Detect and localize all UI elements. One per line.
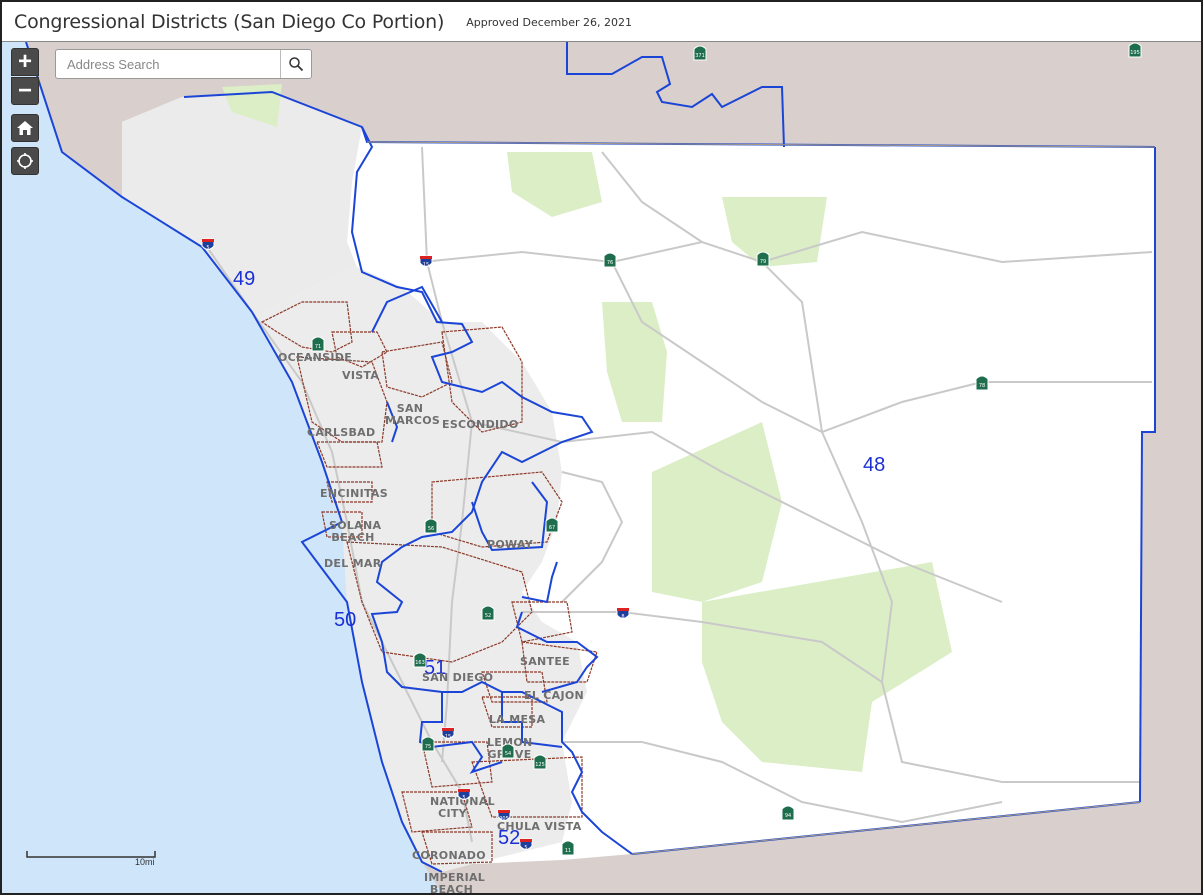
interstate-shield-icon: 8: [616, 607, 630, 620]
shield-number: 5: [462, 795, 465, 801]
city-label-poway: POWAY: [487, 538, 533, 551]
shield-number: 94: [785, 813, 791, 819]
shield-number: 52: [485, 613, 491, 619]
shield-number: 125: [535, 762, 545, 768]
page-subtitle: Approved December 26, 2021: [466, 15, 633, 29]
state-route-shield-icon: 125: [533, 754, 547, 770]
city-label-oceanside: OCEANSIDE: [278, 351, 353, 364]
header-bar: Congressional Districts (San Diego Co Po…: [2, 2, 1201, 42]
city-label-santee: SANTEE: [520, 655, 570, 668]
shield-number: 56: [428, 526, 434, 532]
interstate-shield-icon: 5: [457, 788, 471, 801]
shield-number: 8: [621, 614, 624, 620]
state-route-shield-icon: 67: [545, 517, 559, 533]
shield-number: 905: [499, 816, 509, 822]
shield-number: 79: [760, 259, 766, 265]
city-label-solana-beach: SOLANA BEACH: [329, 519, 382, 544]
interstate-shield-icon: 905: [497, 809, 511, 822]
state-route-shield-icon: 195: [1128, 42, 1142, 58]
search-icon: [289, 57, 304, 72]
shield-number: 195: [1130, 50, 1140, 56]
state-route-shield-icon: 11: [561, 840, 575, 856]
state-route-shield-icon: 76: [603, 252, 617, 268]
shield-number: 76: [607, 260, 613, 266]
address-search-box: [55, 49, 312, 79]
district-label-48: 48: [863, 454, 886, 476]
city-label-san-marcos: SAN MARCOS: [385, 402, 441, 427]
city-label-encinitas: ENCINITAS: [320, 487, 388, 500]
shield-number: 11: [565, 848, 571, 854]
locate-button[interactable]: [11, 147, 39, 175]
city-label-vista: VISTA: [342, 369, 380, 382]
zoom-out-button[interactable]: −: [11, 77, 39, 105]
state-route-shield-icon: 163: [413, 652, 427, 668]
interstate-shield-icon: 15: [441, 727, 455, 740]
home-button[interactable]: [11, 114, 39, 142]
state-route-shield-icon: 78: [975, 375, 989, 391]
page-title: Congressional Districts (San Diego Co Po…: [14, 10, 445, 33]
shield-number: 5: [206, 245, 209, 251]
state-route-shield-icon: 71: [311, 336, 325, 352]
map-canvas: [2, 42, 1156, 893]
map-view[interactable]: 49 48 50 51 52 OCEANSIDE VISTA SAN MARCO…: [2, 42, 1201, 893]
scale-label: 10mi: [135, 857, 155, 867]
home-icon: [17, 121, 33, 135]
city-label-carlsbad: CARLSBAD: [307, 426, 376, 439]
shield-number: 15: [423, 262, 429, 268]
interstate-shield-icon: 5: [201, 238, 215, 251]
district-label-50: 50: [334, 609, 357, 631]
city-label-imperial-beach: IMPERIAL BEACH: [424, 871, 486, 894]
state-route-shield-icon: 94: [781, 805, 795, 821]
state-route-shield-icon: 79: [756, 251, 770, 267]
state-route-shield-icon: 371: [693, 45, 707, 61]
shield-number: 15: [445, 734, 451, 740]
interstate-shield-icon: 15: [419, 255, 433, 268]
city-label-escondido: ESCONDIDO: [442, 418, 519, 431]
shield-number: 75: [425, 744, 431, 750]
state-route-shield-icon: 75: [421, 736, 435, 752]
shield-number: 371: [695, 53, 705, 59]
app-frame: Congressional Districts (San Diego Co Po…: [0, 0, 1203, 895]
shield-number: 54: [505, 751, 511, 757]
state-route-shield-icon: 56: [424, 518, 438, 534]
state-route-shield-icon: 54: [501, 743, 515, 759]
locate-icon: [17, 153, 33, 169]
interstate-shield-icon: 5: [519, 838, 533, 851]
city-label-san-diego: SAN DIEGO: [422, 671, 494, 684]
shield-number: 67: [549, 525, 555, 531]
city-label-del-mar: DEL MAR: [324, 557, 382, 570]
search-button[interactable]: [280, 50, 311, 78]
shield-number: 78: [979, 383, 985, 389]
district-label-49: 49: [233, 268, 256, 290]
shield-number: 5: [524, 845, 527, 851]
state-route-shield-icon: 52: [481, 605, 495, 621]
shield-number: 163: [415, 660, 425, 666]
city-label-el-cajon: EL CAJON: [524, 689, 584, 702]
city-label-la-mesa: LA MESA: [489, 713, 546, 726]
zoom-in-button[interactable]: +: [11, 48, 39, 76]
shield-number: 71: [315, 344, 321, 350]
address-search-input[interactable]: [56, 50, 280, 78]
city-label-coronado: CORONADO: [412, 849, 486, 862]
